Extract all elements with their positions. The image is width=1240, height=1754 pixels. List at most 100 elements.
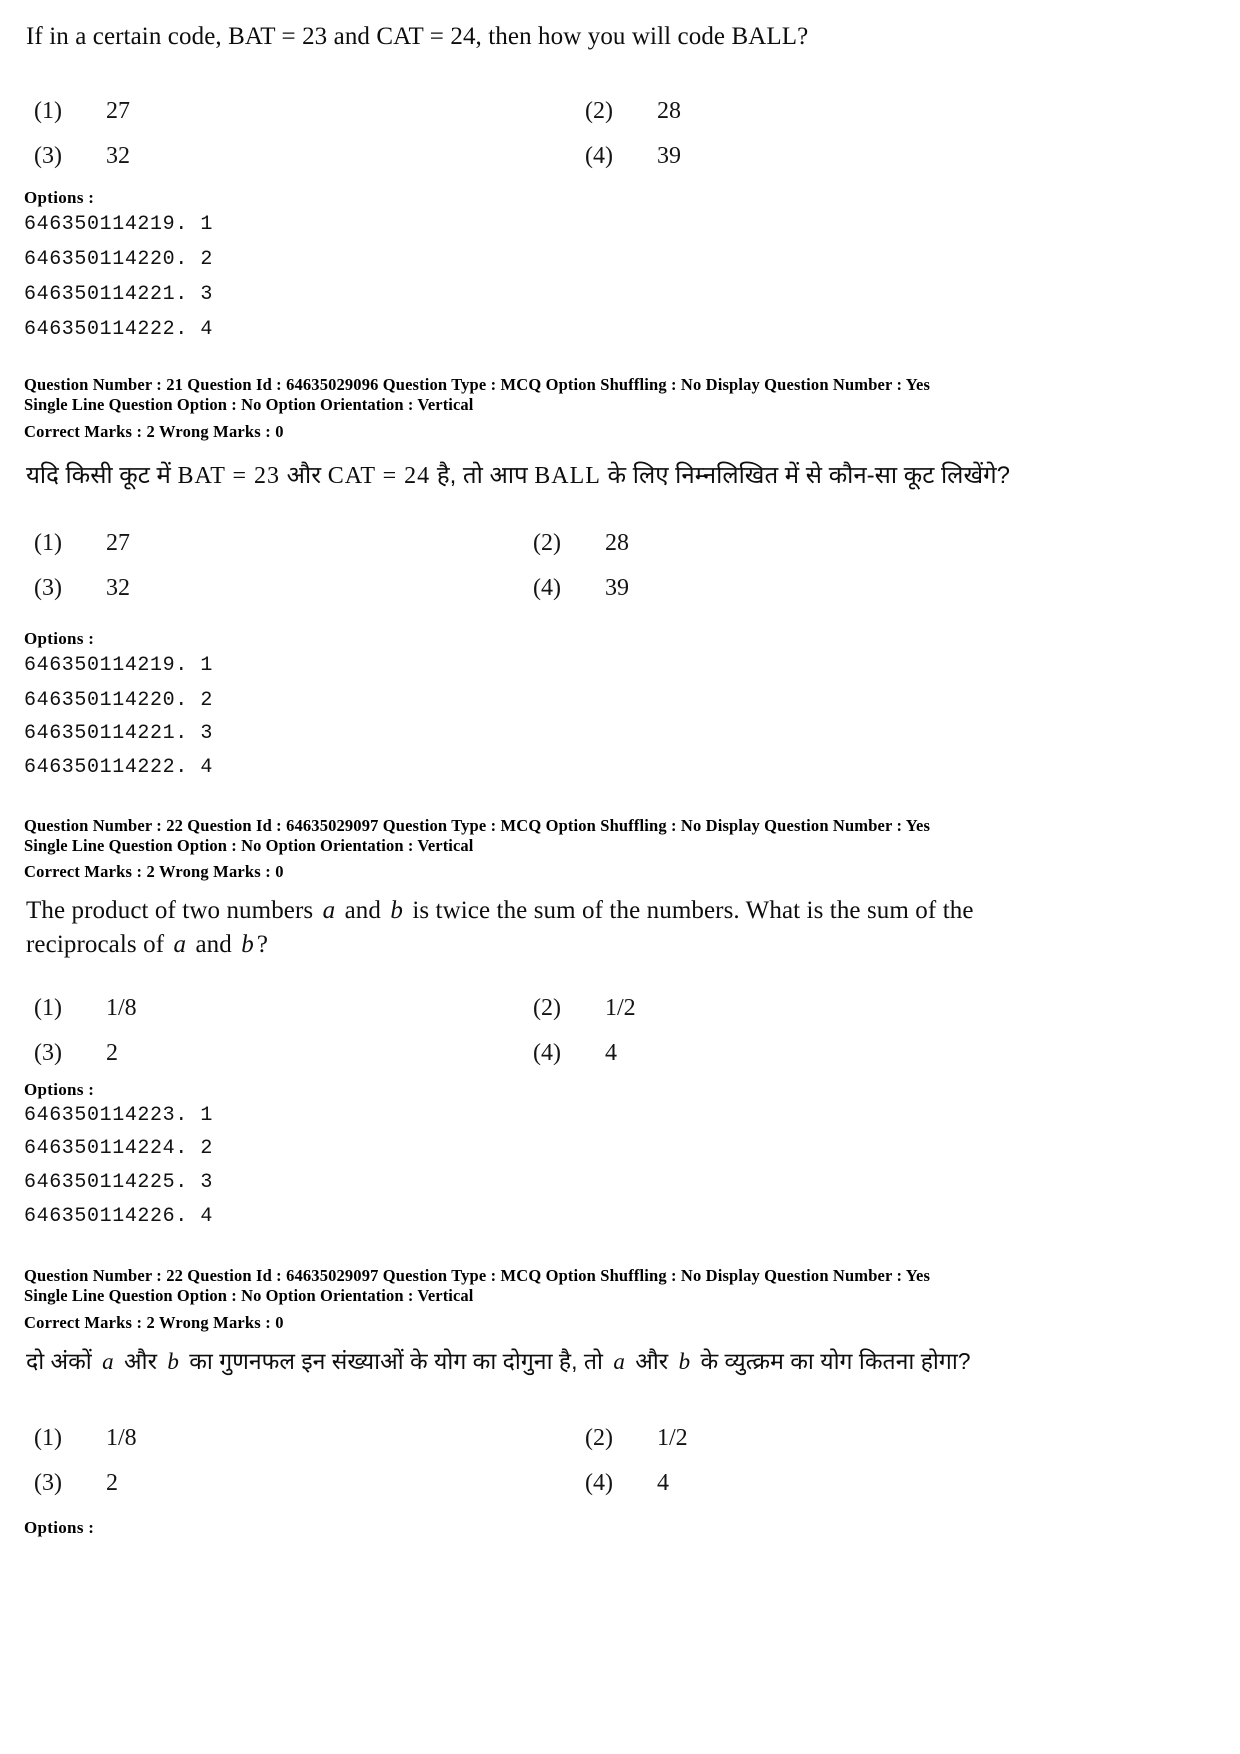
option-id-3: 646350114225. 3 — [24, 1171, 214, 1194]
option-id-3: 646350114221. 3 — [24, 283, 214, 306]
choice-option-2[interactable]: (2) 28 — [533, 530, 629, 557]
variable-b: b — [167, 1349, 179, 1374]
choice-option-3[interactable]: (3) 32 — [34, 575, 130, 602]
choice-text: 39 — [657, 143, 681, 169]
option-id-1: 646350114223. 1 — [24, 1104, 214, 1127]
question-22-meta-line-2: Single Line Question Option : No Option … — [24, 836, 474, 855]
choice-number: (3) — [34, 575, 62, 601]
hindi-text-part: और — [117, 1348, 164, 1374]
choice-text: 39 — [605, 575, 629, 601]
choice-option-2[interactable]: (2) 1/2 — [585, 1425, 688, 1452]
choice-option-1[interactable]: (1) 1/8 — [34, 995, 137, 1022]
choice-text: 27 — [106, 98, 130, 124]
choice-option-3[interactable]: (3) 2 — [34, 1040, 118, 1067]
choice-row: (1) 1/8 (2) 1/2 — [0, 995, 1240, 1040]
choice-number: (2) — [585, 98, 613, 124]
choice-number: (2) — [533, 995, 561, 1021]
choice-text: 27 — [106, 530, 130, 556]
choice-text: 32 — [106, 143, 130, 169]
choice-text: 1/2 — [657, 1425, 688, 1451]
choice-text: 4 — [605, 1040, 617, 1066]
question-22-hindi-meta-line-1: Question Number : 22 Question Id : 64635… — [24, 1266, 931, 1285]
options-label: Options : — [24, 188, 95, 207]
choice-option-1[interactable]: (1) 27 — [34, 530, 130, 557]
options-label: Options : — [24, 1518, 95, 1537]
choice-number: (4) — [585, 143, 613, 169]
option-id-2: 646350114224. 2 — [24, 1137, 214, 1160]
hindi-text-part: यदि किसी कूट में — [26, 462, 178, 489]
choice-row: (3) 32 (4) 39 — [0, 143, 1240, 188]
choice-row: (3) 32 (4) 39 — [0, 575, 1240, 620]
choice-number: (3) — [34, 143, 62, 169]
choice-option-1[interactable]: (1) 27 — [34, 98, 130, 125]
question-22-meta-marks: Correct Marks : 2 Wrong Marks : 0 — [24, 862, 284, 881]
variable-a: a — [102, 1349, 114, 1374]
choice-number: (1) — [34, 530, 62, 556]
choice-text: 28 — [605, 530, 629, 556]
choice-row: (3) 2 (4) 4 — [0, 1470, 1240, 1515]
option-id-1: 646350114219. 1 — [24, 213, 214, 236]
choice-number: (1) — [34, 98, 62, 124]
question-22-hindi-stem: दो अंकों a और b का गुणनफल इन संख्याओं के… — [26, 1345, 971, 1378]
choice-number: (4) — [533, 575, 561, 601]
stem-text: is twice the sum of the numbers. What is… — [412, 897, 937, 924]
choice-option-3[interactable]: (3) 2 — [34, 1470, 118, 1497]
stem-text: and — [344, 897, 381, 924]
hindi-text-part: दो अंकों — [26, 1348, 99, 1374]
question-21-meta-line-1: Question Number : 21 Question Id : 64635… — [24, 375, 931, 394]
choice-number: (1) — [34, 1425, 62, 1451]
option-id-2: 646350114220. 2 — [24, 248, 214, 271]
hindi-text-part: और — [628, 1348, 675, 1374]
choice-row: (1) 1/8 (2) 1/2 — [0, 1425, 1240, 1470]
stem-text: ? — [256, 930, 269, 958]
options-label: Options : — [24, 1080, 95, 1099]
choice-text: 4 — [657, 1470, 669, 1496]
option-id-4: 646350114226. 4 — [24, 1205, 214, 1228]
variable-a: a — [613, 1349, 625, 1374]
question-22-english-stem: The product of two numbers a and b is tw… — [26, 894, 1076, 962]
question-22-hindi-choices: (1) 1/8 (2) 1/2 (3) 2 (4) 4 — [0, 1425, 1240, 1515]
choice-option-4[interactable]: (4) 39 — [533, 575, 629, 602]
stem-text: The product of two numbers — [26, 897, 314, 924]
choice-text: 28 — [657, 98, 681, 124]
stem-text: and — [195, 930, 232, 958]
choice-number: (4) — [585, 1470, 613, 1496]
choice-option-4[interactable]: (4) 4 — [533, 1040, 617, 1067]
choice-row: (1) 27 (2) 28 — [0, 98, 1240, 143]
option-id-4: 646350114222. 4 — [24, 756, 214, 779]
choice-option-1[interactable]: (1) 1/8 — [34, 1425, 137, 1452]
choice-text: 2 — [106, 1040, 118, 1066]
choice-text: 1/8 — [106, 1425, 137, 1451]
choice-text: 2 — [106, 1470, 118, 1496]
choice-number: (2) — [585, 1425, 613, 1451]
choice-option-2[interactable]: (2) 28 — [585, 98, 681, 125]
choice-number: (2) — [533, 530, 561, 556]
question-21-hindi-stem: यदि किसी कूट में BAT = 23 और CAT = 24 है… — [26, 459, 1010, 494]
choice-number: (3) — [34, 1470, 62, 1496]
choice-option-4[interactable]: (4) 4 — [585, 1470, 669, 1497]
choice-row: (3) 2 (4) 4 — [0, 1040, 1240, 1085]
latin-code-3: BALL — [534, 463, 601, 489]
options-label: Options : — [24, 629, 95, 648]
hindi-text-part: के लिए निम्नलिखित में से कौन-सा कूट लिखे… — [600, 462, 1010, 489]
option-id-4: 646350114222. 4 — [24, 318, 214, 341]
question-21-meta-line-2: Single Line Question Option : No Option … — [24, 395, 474, 414]
question-22-meta-line-1: Question Number : 22 Question Id : 64635… — [24, 816, 931, 835]
choice-option-2[interactable]: (2) 1/2 — [533, 995, 636, 1022]
question-21-hindi-choices: (1) 27 (2) 28 (3) 32 (4) 39 — [0, 530, 1240, 620]
option-id-1: 646350114219. 1 — [24, 654, 214, 677]
question-22-hindi-meta-marks: Correct Marks : 2 Wrong Marks : 0 — [24, 1313, 284, 1332]
variable-a: a — [322, 897, 336, 924]
choice-option-4[interactable]: (4) 39 — [585, 143, 681, 170]
choice-number: (1) — [34, 995, 62, 1021]
exam-paper-page: If in a certain code, BAT = 23 and CAT =… — [0, 0, 1240, 1754]
option-id-2: 646350114220. 2 — [24, 689, 214, 712]
latin-code-2: CAT = 24 — [327, 463, 431, 489]
question-21-meta-marks: Correct Marks : 2 Wrong Marks : 0 — [24, 422, 284, 441]
variable-b: b — [678, 1349, 691, 1374]
option-id-3: 646350114221. 3 — [24, 722, 214, 745]
variable-b: b — [241, 930, 254, 958]
choice-option-3[interactable]: (3) 32 — [34, 143, 130, 170]
hindi-text-part: के व्युत्क्रम का योग कितना होगा? — [694, 1348, 971, 1374]
question-22-hindi-meta-line-2: Single Line Question Option : No Option … — [24, 1286, 474, 1305]
